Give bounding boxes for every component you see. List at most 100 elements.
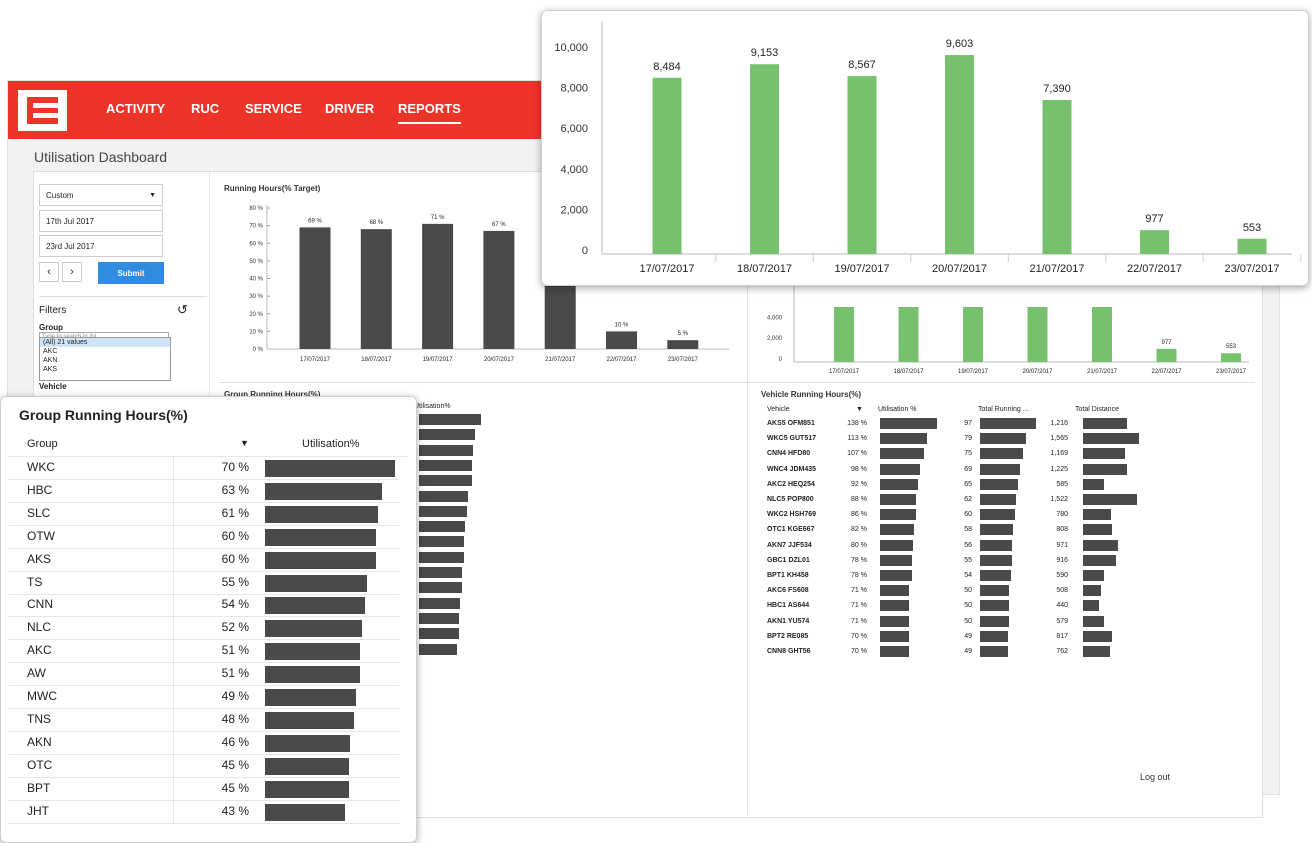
bar	[419, 551, 464, 563]
nav-driver[interactable]: DRIVER	[325, 101, 374, 116]
page-title: Utilisation Dashboard	[34, 149, 168, 165]
running-hours-bar	[980, 418, 1036, 429]
date-from-field[interactable]: 17th Jul 2017	[39, 210, 163, 232]
utilisation-bar	[880, 646, 909, 657]
table-row[interactable]: HBC 63 %	[9, 478, 399, 503]
bar	[419, 414, 481, 425]
list-item[interactable]: AKS	[40, 365, 170, 374]
utilisation-cell: 51 %	[221, 643, 249, 658]
y-tick-label: 4,000	[560, 164, 588, 176]
table-row[interactable]: OTC 45 %	[9, 753, 399, 778]
utilisation-cell: 70 %	[221, 460, 249, 474]
period-select[interactable]: Custom ▼	[39, 184, 163, 206]
list-item[interactable]: AKC	[40, 347, 170, 356]
utilisation-cell: 45 %	[221, 780, 249, 795]
table-row[interactable]: NLC 52 %	[9, 616, 399, 641]
utilisation-bar	[265, 620, 362, 638]
table-row[interactable]: AKN 46 %	[9, 730, 399, 755]
running-hours-cell: 97	[964, 420, 972, 427]
bar	[419, 582, 462, 594]
table-row[interactable]: TS 55 %	[9, 570, 399, 595]
table-row[interactable]: TNS 48 %	[9, 707, 399, 732]
prev-period-icon[interactable]: ‹	[39, 262, 59, 282]
x-tick-label: 21/07/2017	[1029, 263, 1084, 275]
utilisation-bar	[880, 448, 924, 460]
utilisation-cell: 45 %	[221, 757, 249, 772]
running-hours-cell: 60	[964, 511, 972, 519]
reset-icon[interactable]: ↺	[177, 302, 188, 318]
utilisation-cell: 78 %	[851, 572, 867, 579]
table-row[interactable]: SLC 61 %	[9, 501, 399, 526]
date-to-field[interactable]: 23rd Jul 2017	[39, 235, 163, 257]
x-tick-label: 18/07/2017	[893, 369, 924, 375]
distance-cell: 1,225	[1050, 465, 1068, 473]
x-tick-label: 17/07/2017	[639, 263, 694, 275]
column-header-distance[interactable]: Total Distance	[1075, 406, 1119, 413]
running-hours-cell: 65	[964, 480, 972, 488]
bar	[419, 536, 464, 548]
column-header-group[interactable]: Group	[27, 438, 58, 450]
group-cell: TS	[27, 574, 43, 589]
table-row[interactable]: CNN 54 %	[9, 593, 399, 618]
column-header-vehicle[interactable]: Vehicle	[767, 406, 790, 413]
bar	[419, 567, 462, 578]
running-hours-bar	[980, 615, 1009, 627]
column-header-utilisation[interactable]: Utilisation%	[302, 438, 359, 450]
group-cell: SLC	[27, 505, 51, 520]
utilisation-cell: 98 %	[851, 465, 867, 473]
running-hours-cell: 62	[964, 496, 972, 503]
running-hours-bar	[980, 600, 1009, 612]
utilisation-bar	[880, 478, 918, 490]
bar	[419, 490, 468, 502]
distance-chart-zoom: 10,000 8,000 6,000 4,000 2,000 0 8,484 17/07/20…	[541, 10, 1309, 286]
list-item[interactable]: AKN	[40, 356, 170, 365]
divider	[173, 730, 174, 754]
table-row[interactable]: BPT 45 %	[9, 776, 399, 801]
utilisation-cell: 92 %	[851, 480, 867, 488]
nav-reports[interactable]: REPORTS	[398, 101, 461, 124]
column-header-running[interactable]: Total Running ...	[978, 406, 1029, 413]
vehicle-cell: OTC1 KGE667	[767, 526, 815, 534]
logout-link[interactable]: Log out	[1140, 772, 1170, 782]
running-hours-bar	[980, 463, 1020, 475]
running-hours-bar	[980, 646, 1008, 657]
utilisation-cell: 52 %	[221, 620, 249, 635]
y-tick-label: 0	[779, 357, 783, 363]
brand-logo[interactable]	[18, 90, 67, 131]
sort-icon[interactable]: ▼	[856, 406, 863, 413]
filters-title: Filters	[39, 305, 67, 316]
next-period-icon[interactable]: ›	[62, 262, 82, 282]
submit-button[interactable]: Submit	[98, 262, 164, 284]
utilisation-bar	[265, 528, 376, 546]
group-listbox[interactable]: (All) 21 values AKC AKN AKS	[39, 337, 171, 381]
vehicle-cell: BPT2 RE085	[767, 632, 809, 640]
nav-ruc[interactable]: RUC	[191, 101, 219, 116]
column-header-utilisation[interactable]: Utilisation %	[878, 406, 917, 413]
table-row[interactable]: AW 51 %	[9, 662, 399, 687]
nav-activity[interactable]: ACTIVITY	[106, 101, 165, 116]
divider	[173, 799, 174, 823]
list-item[interactable]: (All) 21 values	[40, 338, 170, 347]
table-row[interactable]: OTW 60 %	[9, 524, 399, 549]
distance-bar	[1083, 615, 1104, 627]
y-tick-label: 4,000	[767, 315, 783, 321]
distance-cell: 590	[1056, 572, 1068, 579]
group-running-title: Group Running Hours(%)	[19, 407, 188, 423]
table-row[interactable]: JHT 43 %	[9, 799, 399, 824]
bar	[1156, 348, 1177, 362]
divider	[173, 593, 174, 617]
y-tick-label: 70 %	[249, 224, 263, 230]
divider	[173, 776, 174, 800]
sort-icon[interactable]: ▼	[240, 438, 249, 448]
vehicle-cell: NLC5 POP800	[767, 496, 814, 503]
bar	[360, 229, 392, 349]
data-label: 8,567	[848, 59, 876, 71]
table-row[interactable]: WKC 70 %	[9, 456, 399, 480]
table-row[interactable]: MWC 49 %	[9, 685, 399, 709]
table-row[interactable]: AKS 60 %	[9, 547, 399, 572]
data-label: 977	[1161, 340, 1172, 346]
table-row[interactable]: AKC 51 %	[9, 639, 399, 664]
bar	[898, 307, 919, 362]
nav-service[interactable]: SERVICE	[245, 101, 302, 116]
vehicle-table: Vehicle ▼ Utilisation % Total Running ..…	[761, 405, 1241, 665]
